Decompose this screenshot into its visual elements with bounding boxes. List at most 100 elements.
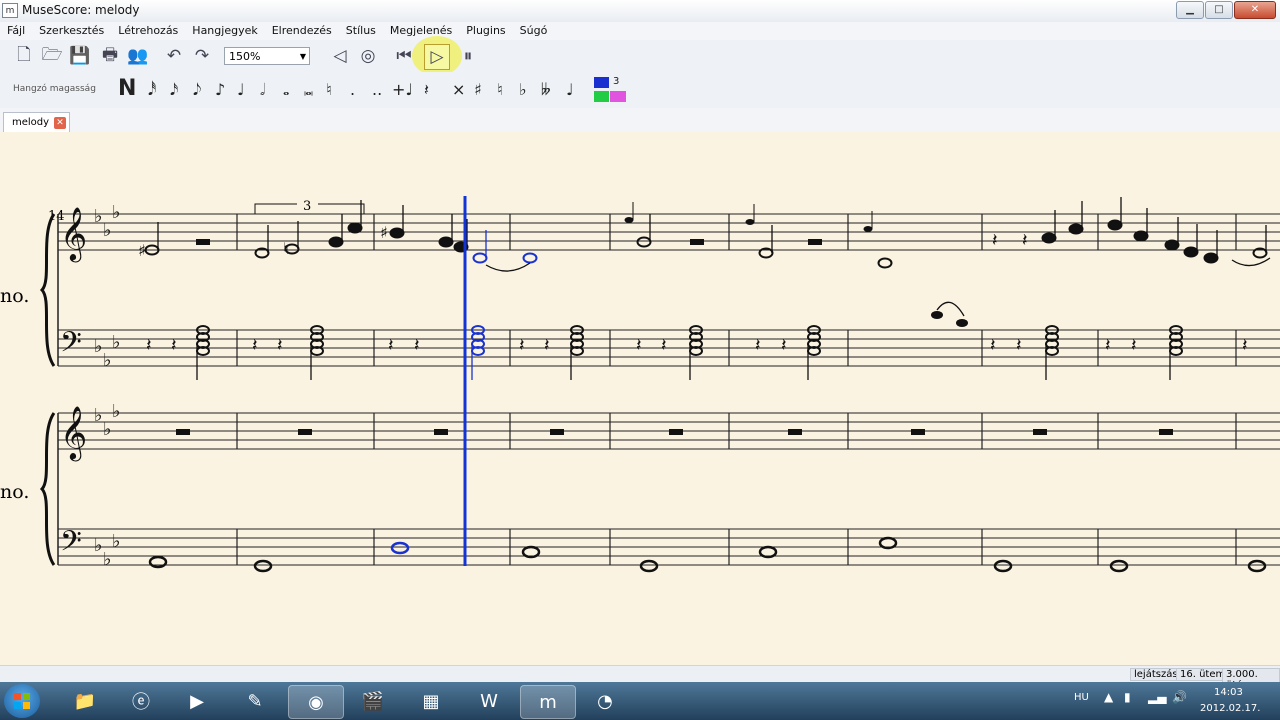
voice-2-button[interactable] [594,91,609,102]
status-bar: lejátszás 16. ütem 3.000. ütés [0,665,1280,692]
whole-rest [298,429,312,435]
print-icon[interactable]: 🖶 [98,44,122,68]
melody-note [472,252,488,264]
play-icon[interactable]: ▷ [424,44,450,70]
save-icon[interactable]: 💾 [68,44,92,68]
whole-rest [808,239,822,245]
quarter-rest: 𝄽 [636,335,642,356]
tray-expand-icon[interactable]: ▲ [1104,690,1113,704]
whole-rest [911,429,925,435]
tab-melody[interactable]: melody ✕ [3,112,71,133]
speaker-icon[interactable]: ◁ [328,44,352,68]
whole-note [253,559,273,573]
system-brace [39,213,56,367]
menu-plugins[interactable]: Plugins [459,22,512,40]
note-quarter-icon[interactable]: ♩ [237,80,245,99]
menu-style[interactable]: Stílus [339,22,383,40]
voice-number: 3 [613,76,620,87]
speedometer-task-icon[interactable]: ◔ [578,685,632,717]
metronome-icon[interactable]: ◎ [356,44,380,68]
close-button[interactable]: ✕ [1234,1,1276,19]
menu-create[interactable]: Létrehozás [111,22,185,40]
start-button[interactable] [4,684,40,718]
score-notes: 𝄽 𝄽 ♯ ♮ ♯ 𝄽 𝄽 𝄽 𝄽 𝄽 𝄽 𝄽 𝄽 𝄽 𝄽 𝄽 𝄽 𝄽 𝄽 𝄽 𝄽 𝄽 [138,197,1271,573]
quarter-rest: 𝄽 [1131,335,1137,356]
quarter-rest: 𝄽 [1105,335,1111,356]
firefox-task-icon[interactable]: ◉ [288,685,344,719]
rest-icon[interactable]: 𝄽 [424,80,429,100]
signal-icon[interactable]: ▂▄ [1148,690,1166,704]
flat-symbol: ♭ [94,535,103,556]
double-dot-icon[interactable]: .. [372,80,382,99]
tie [485,262,531,272]
grace-note [624,217,634,223]
quarter-rest: 𝄽 [992,230,998,251]
network-icon[interactable]: ▮ [1124,690,1131,704]
quarter-rest: 𝄽 [1022,230,1028,251]
sharp-icon[interactable]: ♯ [474,80,482,99]
flat-symbol: ♭ [103,220,112,241]
note-input-mode-icon[interactable]: N [118,76,136,101]
whole-rest [690,239,704,245]
flat-symbol: ♭ [94,405,103,426]
word-task-icon[interactable]: W [462,685,516,717]
score-canvas[interactable]: 14 no. no. 3 𝄞 ♭ ♭ ♭ 𝄢 ♭ ♭ ♭ 𝄞 ♭ ♭ ♭ 𝄢 ♭ ♭ ♭ 𝄽 𝄽 ♯ ♮ ♯ 𝄽 𝄽 𝄽 𝄽 𝄽… [0,132,1280,665]
note-breve-icon[interactable]: 𝅜 [304,80,313,100]
clock-date[interactable]: 2012.02.17. [1200,703,1260,714]
volume-icon[interactable]: 🔊 [1172,690,1187,704]
note-32nd-icon[interactable]: 𝅘𝅥𝅯 [170,80,178,100]
whole-rest [1159,429,1173,435]
new-file-icon[interactable]: 🗋 [12,44,36,68]
dot-icon[interactable]: . [350,80,355,99]
explorer-task-icon[interactable]: 📁 [58,685,112,717]
open-file-icon[interactable]: 🗁 [40,44,64,68]
double-flat-icon[interactable]: 𝄫 [541,80,551,100]
menu-help[interactable]: Súgó [513,22,555,40]
paint-task-icon[interactable]: ✎ [228,685,282,717]
flat-symbol: ♭ [94,336,103,357]
note-16th-icon[interactable]: 𝅘𝅥𝅮 [193,80,201,100]
voice-4-button[interactable] [610,91,626,102]
zoom-select[interactable]: 150% ▼ [224,47,310,65]
close-tab-icon[interactable]: ✕ [54,117,67,129]
note-64th-icon[interactable]: 𝅘𝅥𝅰 [148,80,156,100]
minimize-button[interactable]: ▁ [1176,1,1204,19]
flat-icon[interactable]: ♭ [519,80,527,99]
note-longa-icon[interactable]: ♮ [326,80,332,99]
clock-time[interactable]: 14:03 [1214,687,1243,698]
treble-clef: 𝄞 [60,206,87,262]
redo-icon[interactable]: ↷ [190,44,214,68]
double-sharp-icon[interactable]: × [452,80,465,99]
musescore-task-icon[interactable]: m [520,685,576,719]
whole-note [1109,559,1129,573]
media-player-task-icon[interactable]: ▶ [170,685,224,717]
melody-note [1068,223,1084,235]
language-indicator[interactable]: HU [1074,692,1089,703]
menu-notes[interactable]: Hangjegyek [185,22,264,40]
accidental: ♮ [283,239,289,258]
whole-note [390,541,410,555]
natural-icon[interactable]: ♮ [497,80,503,99]
whole-rest [550,429,564,435]
internet-explorer-task-icon[interactable]: ⓔ [114,685,168,717]
voice-1-button[interactable] [594,77,609,88]
tie [1231,257,1271,267]
tie-icon[interactable]: +♩ [392,80,413,99]
whole-rest [196,239,210,245]
undo-icon[interactable]: ↶ [162,44,186,68]
flip-direction-icon[interactable]: ♩ [566,80,574,99]
menu-edit[interactable]: Szerkesztés [32,22,111,40]
note-whole-icon[interactable]: 𝅝 [283,80,289,100]
menu-layout[interactable]: Elrendezés [265,22,339,40]
note-half-icon[interactable]: 𝅗𝅥 [260,80,265,100]
mixer-icon[interactable]: 👥 [126,44,150,68]
maximize-button[interactable]: □ [1205,1,1233,19]
pitch-label: Hangzó magasság [13,84,96,94]
calculator-task-icon[interactable]: ▦ [404,685,458,717]
menu-file[interactable]: Fájl [0,22,32,40]
grace-note [745,219,755,225]
whole-rest [176,429,190,435]
flat-symbol: ♭ [103,419,112,440]
video-task-icon[interactable]: 🎬 [346,685,400,717]
note-8th-icon[interactable]: ♪ [215,80,225,99]
